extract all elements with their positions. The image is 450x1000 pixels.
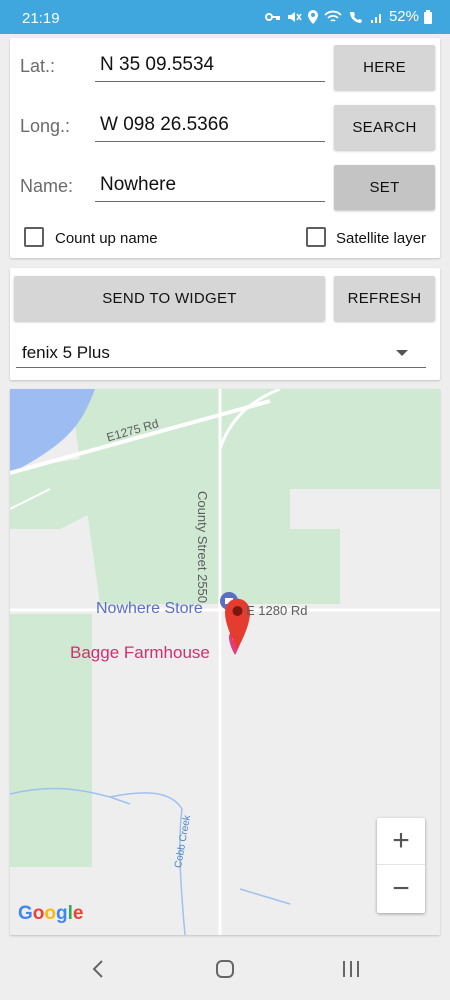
- status-icons: 52%: [264, 8, 432, 25]
- search-button[interactable]: SEARCH: [334, 105, 435, 150]
- count-up-label[interactable]: Count up name: [55, 230, 158, 247]
- recents-icon[interactable]: [340, 958, 362, 980]
- battery-percent: 52%: [388, 8, 419, 25]
- chevron-down-icon: [396, 350, 408, 356]
- google-logo: Google: [18, 903, 84, 924]
- forest-areas: [10, 389, 440, 867]
- back-icon[interactable]: [88, 958, 110, 980]
- poi-label-store[interactable]: Nowhere Store: [96, 600, 203, 618]
- satellite-checkbox[interactable]: [306, 227, 326, 247]
- vpn-key-icon: [264, 12, 280, 21]
- refresh-button[interactable]: REFRESH: [334, 276, 435, 321]
- zoom-controls: + −: [377, 818, 425, 913]
- wifi-icon: [324, 10, 342, 22]
- long-label: Long.:: [20, 116, 71, 136]
- count-up-checkbox[interactable]: [24, 227, 44, 247]
- send-to-widget-button[interactable]: SEND TO WIDGET: [14, 276, 325, 321]
- long-field[interactable]: W 098 26.5366: [95, 108, 325, 142]
- lat-label: Lat.:: [20, 56, 56, 76]
- here-button[interactable]: HERE: [334, 45, 435, 90]
- map-view[interactable]: E1275 Rd County Street 2550 Nowhere Stor…: [10, 389, 440, 935]
- status-time: 21:19: [22, 10, 60, 27]
- wifi-call-icon: [349, 11, 362, 23]
- road-label-county: County Street 2550: [195, 491, 210, 604]
- satellite-label[interactable]: Satellite layer: [336, 230, 426, 247]
- signal-icon: [370, 13, 381, 23]
- navigation-bar: [0, 940, 450, 1000]
- set-button[interactable]: SET: [334, 165, 435, 210]
- lat-field[interactable]: N 35 09.5534: [95, 48, 325, 82]
- coordinates-card: Lat.: N 35 09.5534 HERE Long.: W 098 26.…: [10, 38, 440, 258]
- zoom-out-button[interactable]: −: [377, 865, 425, 912]
- home-icon[interactable]: [214, 958, 236, 980]
- battery-icon: [424, 9, 432, 24]
- name-label: Name:: [20, 176, 74, 196]
- name-field[interactable]: Nowhere: [95, 168, 325, 202]
- poi-label-farm[interactable]: Bagge Farmhouse: [70, 643, 210, 663]
- mute-icon: [287, 11, 302, 22]
- device-select-value: fenix 5 Plus: [22, 343, 110, 362]
- zoom-in-button[interactable]: +: [377, 818, 425, 865]
- location-icon: [307, 9, 318, 24]
- road-label-e1280: E 1280 Rd: [246, 603, 308, 618]
- status-bar: 21:19 52%: [0, 0, 450, 34]
- device-select[interactable]: fenix 5 Plus: [16, 338, 426, 368]
